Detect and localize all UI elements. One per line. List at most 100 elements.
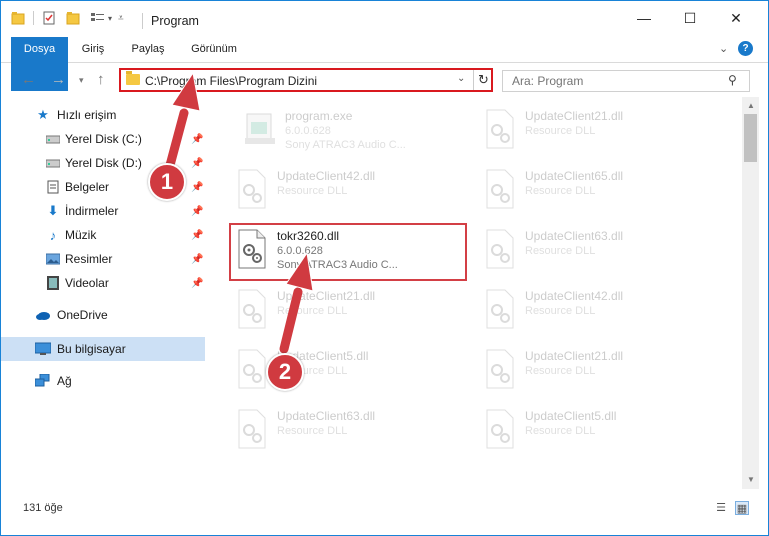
large-icons-view-icon[interactable]: ▦ [735,501,749,515]
scrollbar-thumb[interactable] [744,114,757,162]
file-name: UpdateClient21.dll [277,289,376,303]
file-item[interactable]: UpdateClient42.dll Resource DLL [477,283,707,337]
file-name: UpdateClient42.dll [525,289,624,303]
tab-home[interactable]: Giriş [73,37,113,62]
forward-arrow-icon[interactable]: → [51,71,66,88]
up-arrow-icon[interactable]: ↑ [97,71,105,88]
file-description: Resource DLL [277,185,348,197]
sidebar-item-quick-access[interactable]: ★ Hızlı erişim [1,103,205,127]
download-icon: ⬇ [47,203,59,218]
file-name: UpdateClient63.dll [525,229,624,243]
customize-toolbar-icon[interactable]: ⩡ [118,13,124,24]
scroll-down-icon[interactable]: ▼ [747,475,755,484]
file-description: Resource DLL [525,365,596,377]
address-bar[interactable]: C:\Program Files\Program Dizini ⌄ ↻ [119,68,493,92]
file-explorer-window: ▾ ⩡ Program — ☐ ✕ Dosya Giriş Paylaş Gör… [0,0,769,536]
tab-view[interactable]: Görünüm [183,37,245,62]
file-list: program.exe 6.0.0.628 Sony ATRAC3 Audio … [207,97,741,489]
file-item[interactable]: UpdateClient63.dll Resource DLL [229,403,459,457]
address-path[interactable]: C:\Program Files\Program Dizini [145,74,317,88]
dll-file-icon [238,169,266,209]
close-button[interactable]: ✕ [713,1,759,35]
file-item[interactable]: UpdateClient5.dll Resource DLL [477,403,707,457]
file-item-program-exe[interactable]: program.exe 6.0.0.628 Sony ATRAC3 Audio … [237,103,467,157]
scroll-up-icon[interactable]: ▲ [747,101,755,110]
star-icon: ★ [37,107,49,122]
search-box[interactable]: ⚲ [502,70,750,92]
dll-file-icon [238,349,266,389]
sidebar-item-onedrive[interactable]: OneDrive [1,303,205,327]
view-options-icon[interactable] [90,11,106,25]
exe-file-icon [245,113,275,144]
file-item[interactable]: UpdateClient5.dll Resource DLL [229,343,459,397]
file-name: UpdateClient63.dll [277,409,376,423]
file-item[interactable]: UpdateClient63.dll Resource DLL [477,223,707,277]
dll-file-icon [238,409,266,449]
highlight-box [229,223,467,281]
chevron-down-icon[interactable]: ⌄ [457,73,465,84]
file-description: Resource DLL [525,245,596,257]
file-item[interactable]: UpdateClient65.dll Resource DLL [477,163,707,217]
dll-file-icon [486,409,514,449]
sidebar-item-label: Yerel Disk (D:) [65,156,142,170]
dll-file-icon [486,349,514,389]
refresh-icon[interactable]: ↻ [473,70,493,90]
back-arrow-icon[interactable]: ← [21,71,36,88]
file-item[interactable]: UpdateClient21.dll Resource DLL [229,283,459,337]
folder-icon[interactable] [11,11,25,25]
sidebar-item-label: Ağ [57,374,72,388]
sidebar-item-this-pc[interactable]: Bu bilgisayar [1,337,205,361]
pin-icon[interactable]: 📌 [191,158,203,169]
file-name: UpdateClient65.dll [525,169,624,183]
pin-icon[interactable]: 📌 [191,134,203,145]
sidebar-item-local-disk-c[interactable]: Yerel Disk (C:) 📌 [1,127,205,151]
sidebar-item-label: Bu bilgisayar [57,342,126,356]
dll-file-icon [486,229,514,269]
sidebar-item-videos[interactable]: Videolar 📌 [1,271,205,295]
file-item[interactable]: UpdateClient42.dll Resource DLL [229,163,459,217]
expand-ribbon-icon[interactable]: ⌄ [719,42,728,55]
file-name: UpdateClient21.dll [525,109,624,123]
tab-share[interactable]: Paylaş [125,37,171,62]
dll-file-icon [486,289,514,329]
sidebar-item-network[interactable]: Ağ [1,369,205,393]
pin-icon[interactable]: 📌 [191,254,203,265]
new-folder-icon[interactable] [66,11,80,25]
pin-icon[interactable]: 📌 [191,230,203,241]
sidebar-item-label: OneDrive [57,308,108,322]
search-input[interactable] [512,73,722,89]
details-view-icon[interactable]: ☰ [714,501,728,515]
video-icon [45,275,61,291]
computer-icon [35,341,51,357]
file-name: UpdateClient5.dll [525,409,617,423]
properties-icon[interactable] [42,11,56,25]
maximize-button[interactable]: ☐ [667,1,713,35]
sidebar-item-pictures[interactable]: Resimler 📌 [1,247,205,271]
sidebar-item-label: Resimler [65,252,113,266]
chevron-down-icon[interactable]: ▾ [108,14,112,23]
file-item[interactable]: UpdateClient21.dll Resource DLL [477,343,707,397]
drive-icon [45,131,61,147]
recent-locations-chevron-icon[interactable]: ▾ [79,75,84,86]
file-item[interactable]: UpdateClient21.dll Resource DLL [477,103,707,157]
divider [142,13,143,29]
cloud-icon [35,307,51,323]
sidebar-item-label: Belgeler [65,180,110,194]
help-icon[interactable]: ? [738,41,753,56]
file-name: UpdateClient42.dll [277,169,376,183]
pin-icon[interactable]: 📌 [191,206,203,217]
sidebar-item-label: İndirmeler [65,204,119,218]
network-icon [35,373,51,389]
pin-icon[interactable]: 📌 [191,182,203,193]
sidebar-item-music[interactable]: ♪ Müzik 📌 [1,223,205,247]
pin-icon[interactable]: 📌 [191,278,203,289]
navigation-pane: ★ Hızlı erişim Yerel Disk (C:) 📌 Yerel D… [1,97,206,489]
sidebar-item-downloads[interactable]: ⬇ İndirmeler 📌 [1,199,205,223]
minimize-button[interactable]: — [621,1,667,35]
music-icon: ♪ [49,227,57,243]
pictures-icon [45,251,61,267]
vertical-scrollbar[interactable]: ▲ ▼ [742,97,759,489]
navigation-bar: ← → ▾ ↑ C:\Program Files\Program Dizini … [1,63,768,97]
search-icon[interactable]: ⚲ [728,73,737,87]
document-icon [45,179,61,195]
